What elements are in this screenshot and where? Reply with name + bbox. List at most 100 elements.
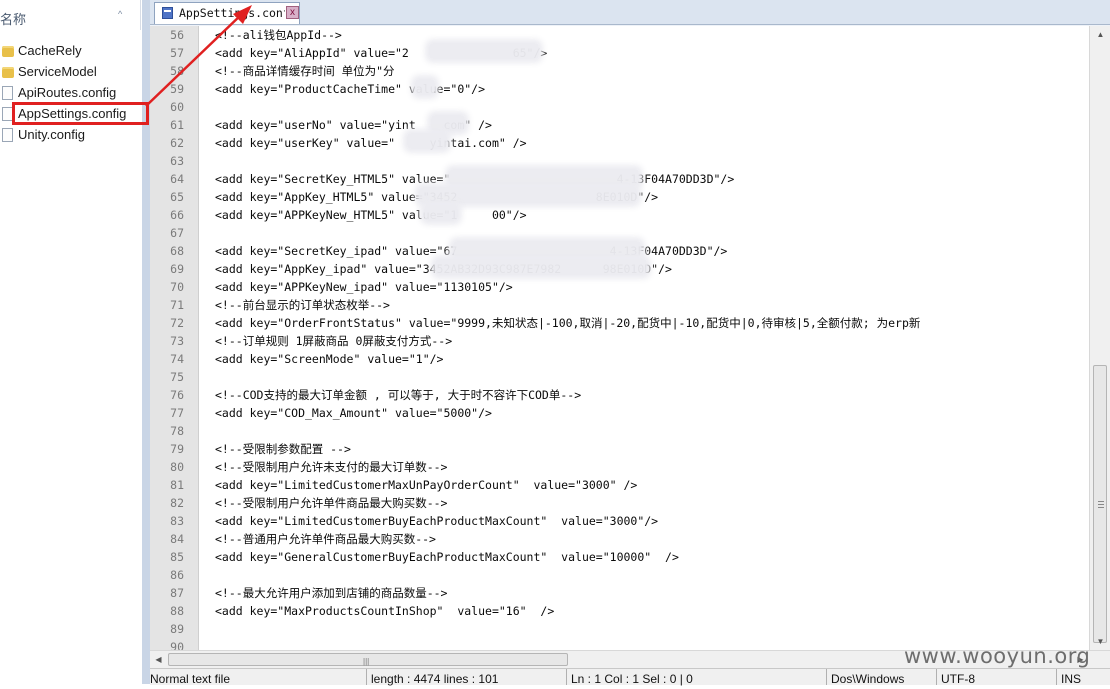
line-number: 87 <box>170 586 184 600</box>
line-number: 59 <box>170 82 184 96</box>
file-item-label: ServiceModel <box>18 64 97 79</box>
status-file-type: Normal text file <box>150 672 231 686</box>
code-editor-text-area[interactable]: <!--ali钱包AppId--> <add key="AliAppId" val… <box>199 26 1089 650</box>
code-line[interactable]: <!--COD支持的最大订单金额 , 可以等于, 大于时不容许下COD单--> <box>215 386 581 404</box>
line-number: 70 <box>170 280 184 294</box>
code-line[interactable]: <add key="COD_Max_Amount" value="5000"/> <box>215 404 492 422</box>
column-divider[interactable] <box>140 0 141 30</box>
grip-line <box>1098 507 1104 508</box>
line-number: 85 <box>170 550 184 564</box>
save-disk-icon <box>162 7 173 19</box>
code-line[interactable]: <!--普通用户允许单件商品最大购买数--> <box>215 530 436 548</box>
code-line[interactable]: <add key="MaxProductsCountInShop" value=… <box>215 602 554 620</box>
line-number: 62 <box>170 136 184 150</box>
code-line[interactable]: <!--受限制参数配置 --> <box>215 440 351 458</box>
tab-bar: AppSettings.config x <box>150 0 1110 25</box>
status-bar: Normal text file length : 4474 lines : 1… <box>150 668 1110 686</box>
code-line[interactable]: <!--前台显示的订单状态枚举--> <box>215 296 390 314</box>
folder-icon <box>2 67 14 78</box>
file-item-apiroutes[interactable]: ApiRoutes.config <box>0 83 142 103</box>
annotation-highlight-box <box>12 102 149 125</box>
redacted-blur <box>424 205 458 221</box>
line-number: 74 <box>170 352 184 366</box>
line-number: 69 <box>170 262 184 276</box>
redacted-blur <box>429 43 539 59</box>
code-line[interactable]: <!--订单规则 1屏蔽商品 0屏蔽支付方式--> <box>215 332 452 350</box>
redacted-blur <box>453 241 641 257</box>
scroll-left-icon[interactable]: ◀ <box>150 651 167 668</box>
code-line[interactable]: <!--商品详情缓存时间 单位为"分 <box>215 62 395 80</box>
status-encoding: UTF-8 <box>936 669 975 686</box>
code-line[interactable]: <add key="OrderFrontStatus" value="9999,… <box>215 314 920 332</box>
line-number: 75 <box>170 370 184 384</box>
line-number: 61 <box>170 118 184 132</box>
close-tab-icon[interactable]: x <box>286 6 299 19</box>
line-number: 68 <box>170 244 184 258</box>
redacted-blur <box>415 79 435 95</box>
column-header-name[interactable]: 名称 ^ <box>0 8 142 32</box>
line-number: 58 <box>170 64 184 78</box>
line-number: 81 <box>170 478 184 492</box>
line-number: 88 <box>170 604 184 618</box>
file-item-label: Unity.config <box>18 127 85 142</box>
code-line[interactable]: <!--受限制用户允许单件商品最大购买数--> <box>215 494 447 512</box>
line-number: 72 <box>170 316 184 330</box>
redacted-blur <box>419 187 637 203</box>
line-number: 60 <box>170 100 184 114</box>
notepad-editor-window: AppSettings.config x 56 57 58 59 60 61 62 63 64 6… <box>150 0 1110 686</box>
status-position: Ln : 1 Col : 1 Sel : 0 | 0 <box>566 669 693 686</box>
code-line[interactable]: <!--ali钱包AppId--> <box>215 26 342 44</box>
redacted-blur <box>449 169 639 185</box>
line-number: 82 <box>170 496 184 510</box>
line-number: 86 <box>170 568 184 582</box>
vertical-scroll-thumb[interactable] <box>1093 365 1107 643</box>
tab-label: AppSettings.config <box>179 6 285 20</box>
code-line[interactable]: <add key="ScreenMode" value="1"/> <box>215 350 443 368</box>
line-number: 77 <box>170 406 184 420</box>
column-header-label: 名称 <box>0 12 27 27</box>
code-line[interactable]: <add key="userKey" value=" yintai.com" /… <box>215 134 527 152</box>
folder-item-servicemodel[interactable]: ServiceModel <box>0 62 142 82</box>
code-line[interactable]: <add key="LimitedCustomerMaxUnPayOrderCo… <box>215 476 637 494</box>
line-number: 65 <box>170 190 184 204</box>
scroll-down-icon[interactable]: ▼ <box>1090 633 1110 650</box>
line-number-gutter: 56 57 58 59 60 61 62 63 64 65 66 67 68 69 70 71 72 73 74 75… <box>150 26 199 654</box>
line-number: 80 <box>170 460 184 474</box>
grip-lines: ||| <box>363 657 370 666</box>
config-file-icon <box>2 86 13 100</box>
config-file-icon <box>2 128 13 142</box>
folder-icon <box>2 46 14 57</box>
redacted-blur <box>431 115 465 131</box>
file-item-unity[interactable]: Unity.config <box>0 125 142 145</box>
line-number: 78 <box>170 424 184 438</box>
code-line[interactable]: <add key="LimitedCustomerBuyEachProductM… <box>215 512 658 530</box>
code-line[interactable]: <!--受限制用户允许未支付的最大订单数--> <box>215 458 447 476</box>
grip-line <box>1098 501 1104 502</box>
vertical-scrollbar[interactable]: ▲ ▼ <box>1089 26 1110 650</box>
line-number: 56 <box>170 28 184 42</box>
folder-item-cacherely[interactable]: CacheRely <box>0 41 142 61</box>
code-line[interactable]: <add key="GeneralCustomerBuyEachProductM… <box>215 548 679 566</box>
line-number: 64 <box>170 172 184 186</box>
watermark: www.wooyun.org <box>904 644 1091 668</box>
file-item-label: CacheRely <box>18 43 82 58</box>
redacted-blur <box>435 259 647 275</box>
horizontal-scroll-thumb[interactable]: ||| <box>168 653 568 666</box>
line-number: 66 <box>170 208 184 222</box>
status-insert-mode: INS <box>1056 669 1081 686</box>
tab-appsettings[interactable]: AppSettings.config x <box>154 2 300 24</box>
scroll-up-icon[interactable]: ▲ <box>1090 26 1110 43</box>
grip-line <box>1098 504 1104 505</box>
line-number: 89 <box>170 622 184 636</box>
code-line[interactable]: <add key="APPKeyNew_ipad" value="1130105… <box>215 278 513 296</box>
file-item-label: ApiRoutes.config <box>18 85 117 100</box>
line-number: 73 <box>170 334 184 348</box>
code-line[interactable]: <add key="ProductCacheTime" value="0"/> <box>215 80 485 98</box>
redacted-blur <box>407 133 447 149</box>
line-number: 67 <box>170 226 184 240</box>
line-number: 76 <box>170 388 184 402</box>
code-line[interactable]: <!--最大允许用户添加到店铺的商品数量--> <box>215 584 447 602</box>
code-line[interactable]: <add key="APPKeyNew_HTML5" value="1 00"/… <box>215 206 527 224</box>
line-number: 84 <box>170 532 184 546</box>
status-eol: Dos\Windows <box>826 669 904 686</box>
